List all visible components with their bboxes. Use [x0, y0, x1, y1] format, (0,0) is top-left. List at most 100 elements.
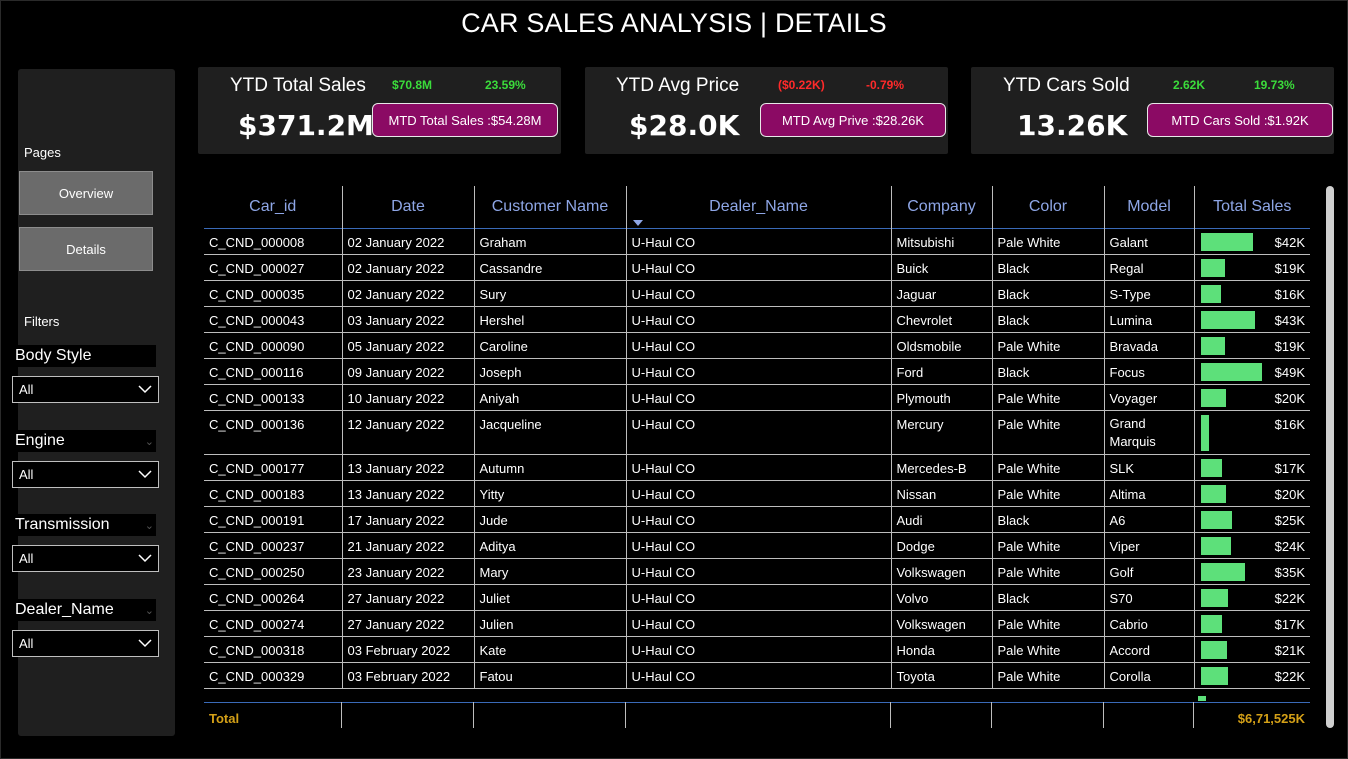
- sales-value: $22K: [1274, 590, 1305, 606]
- cell-model: Galant: [1103, 228, 1194, 254]
- column-header-car-id[interactable]: Car_id: [204, 186, 342, 228]
- kpi-change-percent: -0.79%: [866, 78, 905, 92]
- engine-dropdown[interactable]: All: [12, 461, 159, 488]
- sales-bar: [1200, 588, 1228, 607]
- chevron-down-icon[interactable]: ⌄: [145, 604, 154, 617]
- table-row[interactable]: C_CND_000329 03 February 2022 Fatou U-Haul …: [204, 662, 1310, 688]
- sales-bar: [1200, 614, 1222, 633]
- column-header-total-sales[interactable]: Total Sales: [1193, 186, 1310, 228]
- sales-value: $16K: [1274, 286, 1305, 302]
- cell-company: Chevrolet: [890, 306, 992, 332]
- mtd-total-sales-button[interactable]: MTD Total Sales :$54.28M: [372, 103, 558, 137]
- column-header-company[interactable]: Company: [890, 186, 992, 228]
- sales-value: $20K: [1274, 390, 1305, 406]
- cell-date: 09 January 2022: [341, 358, 474, 384]
- scrollbar-thumb[interactable]: [1326, 186, 1334, 728]
- sales-bar: [1200, 666, 1228, 685]
- cell-customer-name: Autumn: [473, 454, 626, 480]
- cell-company: Audi: [890, 506, 992, 532]
- sales-value: $42K: [1274, 234, 1305, 250]
- cell-company: Honda: [890, 636, 992, 662]
- cell-total-sales: $42K: [1193, 228, 1310, 254]
- column-header-color[interactable]: Color: [991, 186, 1104, 228]
- cell-model: A6: [1103, 506, 1194, 532]
- cell-dealer-name: U-Haul CO: [625, 584, 891, 610]
- cell-car-id: C_CND_000035: [209, 286, 305, 302]
- table-row[interactable]: C_CND_000191 17 January 2022 Jude U-Haul CO…: [204, 506, 1310, 532]
- table-row[interactable]: C_CND_000264 27 January 2022 Juliet U-Haul …: [204, 584, 1310, 610]
- table-row[interactable]: C_CND_000183 13 January 2022 Yitty U-Haul C…: [204, 480, 1310, 506]
- cell-car-id: C_CND_000191: [209, 512, 305, 528]
- mtd-avg-price-button[interactable]: MTD Avg Prive :$28.26K: [760, 103, 946, 137]
- cell-company: Buick: [890, 254, 992, 280]
- cell-car-id: C_CND_000116: [209, 364, 304, 380]
- body-style-dropdown-value: All: [19, 382, 34, 397]
- sales-value: $43K: [1274, 312, 1305, 328]
- cell-model: S70: [1103, 584, 1194, 610]
- cell-car-id: C_CND_000090: [209, 338, 305, 354]
- column-header-date[interactable]: Date: [341, 186, 474, 228]
- cell-car-id: C_CND_000329: [209, 668, 305, 684]
- chevron-down-icon[interactable]: ⌄: [145, 435, 154, 448]
- body-style-dropdown[interactable]: All: [12, 376, 159, 403]
- cell-company: Jaguar: [890, 280, 992, 306]
- dealer-name-dropdown[interactable]: All: [12, 630, 159, 657]
- table-row[interactable]: C_CND_000008 02 January 2022 Graham U-Haul …: [204, 228, 1310, 254]
- sales-bar: [1200, 232, 1253, 251]
- cell-dealer-name: U-Haul CO: [625, 480, 891, 506]
- cell-customer-name: Jacqueline: [473, 410, 626, 454]
- cell-car-id: C_CND_000264: [209, 590, 305, 606]
- sales-bar: [1200, 310, 1255, 329]
- cell-model: Golf: [1103, 558, 1194, 584]
- ytd-cars-sold-card: YTD Cars Sold 2.62K 19.73% 13.26K MTD Ca…: [971, 67, 1334, 154]
- cell-company: Plymouth: [890, 384, 992, 410]
- chevron-down-icon[interactable]: ⌄: [145, 519, 154, 532]
- transmission-dropdown[interactable]: All: [12, 545, 159, 572]
- cell-customer-name: Graham: [473, 228, 626, 254]
- table-row[interactable]: C_CND_000027 02 January 2022 Cassandre U-Ha…: [204, 254, 1310, 280]
- total-divider: [890, 702, 891, 728]
- cell-dealer-name: U-Haul CO: [625, 306, 891, 332]
- cell-customer-name: Juliet: [473, 584, 626, 610]
- table-row[interactable]: C_CND_000043 03 January 2022 Hershel U-Haul…: [204, 306, 1310, 332]
- column-header-model[interactable]: Model: [1103, 186, 1194, 228]
- table-row[interactable]: C_CND_000274 27 January 2022 Julien U-Haul …: [204, 610, 1310, 636]
- sales-value: $24K: [1274, 538, 1305, 554]
- cell-date: 02 January 2022: [341, 254, 474, 280]
- mtd-cars-sold-button[interactable]: MTD Cars Sold :$1.92K: [1147, 103, 1333, 137]
- cell-company: Mercedes-B: [890, 454, 992, 480]
- table-row[interactable]: C_CND_000237 21 January 2022 Aditya U-Haul …: [204, 532, 1310, 558]
- cell-total-sales: $19K: [1193, 332, 1310, 358]
- details-page-button[interactable]: Details: [19, 227, 153, 271]
- table-row[interactable]: C_CND_000116 09 January 2022 Joseph U-Haul …: [204, 358, 1310, 384]
- total-divider: [473, 702, 474, 728]
- table-row[interactable]: C_CND_000035 02 January 2022 Sury U-Haul CO…: [204, 280, 1310, 306]
- column-header-dealer-name[interactable]: Dealer_Name: [625, 186, 891, 228]
- table-row[interactable]: C_CND_000177 13 January 2022 Autumn U-Haul …: [204, 454, 1310, 480]
- cell-color: Pale White: [991, 532, 1104, 558]
- table-row[interactable]: C_CND_000250 23 January 2022 Mary U-Haul CO…: [204, 558, 1310, 584]
- engine-filter-label: Engine: [15, 432, 65, 449]
- cell-car-id: C_CND_000250: [209, 564, 305, 580]
- total-value: $6,71,525K: [1237, 711, 1305, 726]
- cell-dealer-name: U-Haul CO: [625, 662, 891, 688]
- cell-date: 05 January 2022: [341, 332, 474, 358]
- cell-total-sales: $35K: [1193, 558, 1310, 584]
- cell-company: Volvo: [890, 584, 992, 610]
- table-row[interactable]: C_CND_000090 05 January 2022 Caroline U-Hau…: [204, 332, 1310, 358]
- sales-value: $35K: [1274, 564, 1305, 580]
- table-scrollbar[interactable]: [1326, 186, 1334, 728]
- cell-car-id: C_CND_000133: [209, 390, 305, 406]
- overview-page-button[interactable]: Overview: [19, 171, 153, 215]
- table-row[interactable]: C_CND_000136 12 January 2022 Jacqueline U-H…: [204, 410, 1310, 454]
- column-header-customer-name[interactable]: Customer Name: [473, 186, 626, 228]
- cell-color: Black: [991, 254, 1104, 280]
- pages-label: Pages: [24, 145, 61, 160]
- table-row[interactable]: C_CND_000133 10 January 2022 Aniyah U-Haul …: [204, 384, 1310, 410]
- cell-color: Pale White: [991, 662, 1104, 688]
- ytd-total-sales-card: YTD Total Sales $70.8M 23.59% $371.2M MT…: [198, 67, 561, 154]
- cell-model: Bravada: [1103, 332, 1194, 358]
- sales-value: $19K: [1274, 338, 1305, 354]
- table-row[interactable]: C_CND_000318 03 February 2022 Kate U-Haul C…: [204, 636, 1310, 662]
- cell-car-id: C_CND_000027: [209, 260, 305, 276]
